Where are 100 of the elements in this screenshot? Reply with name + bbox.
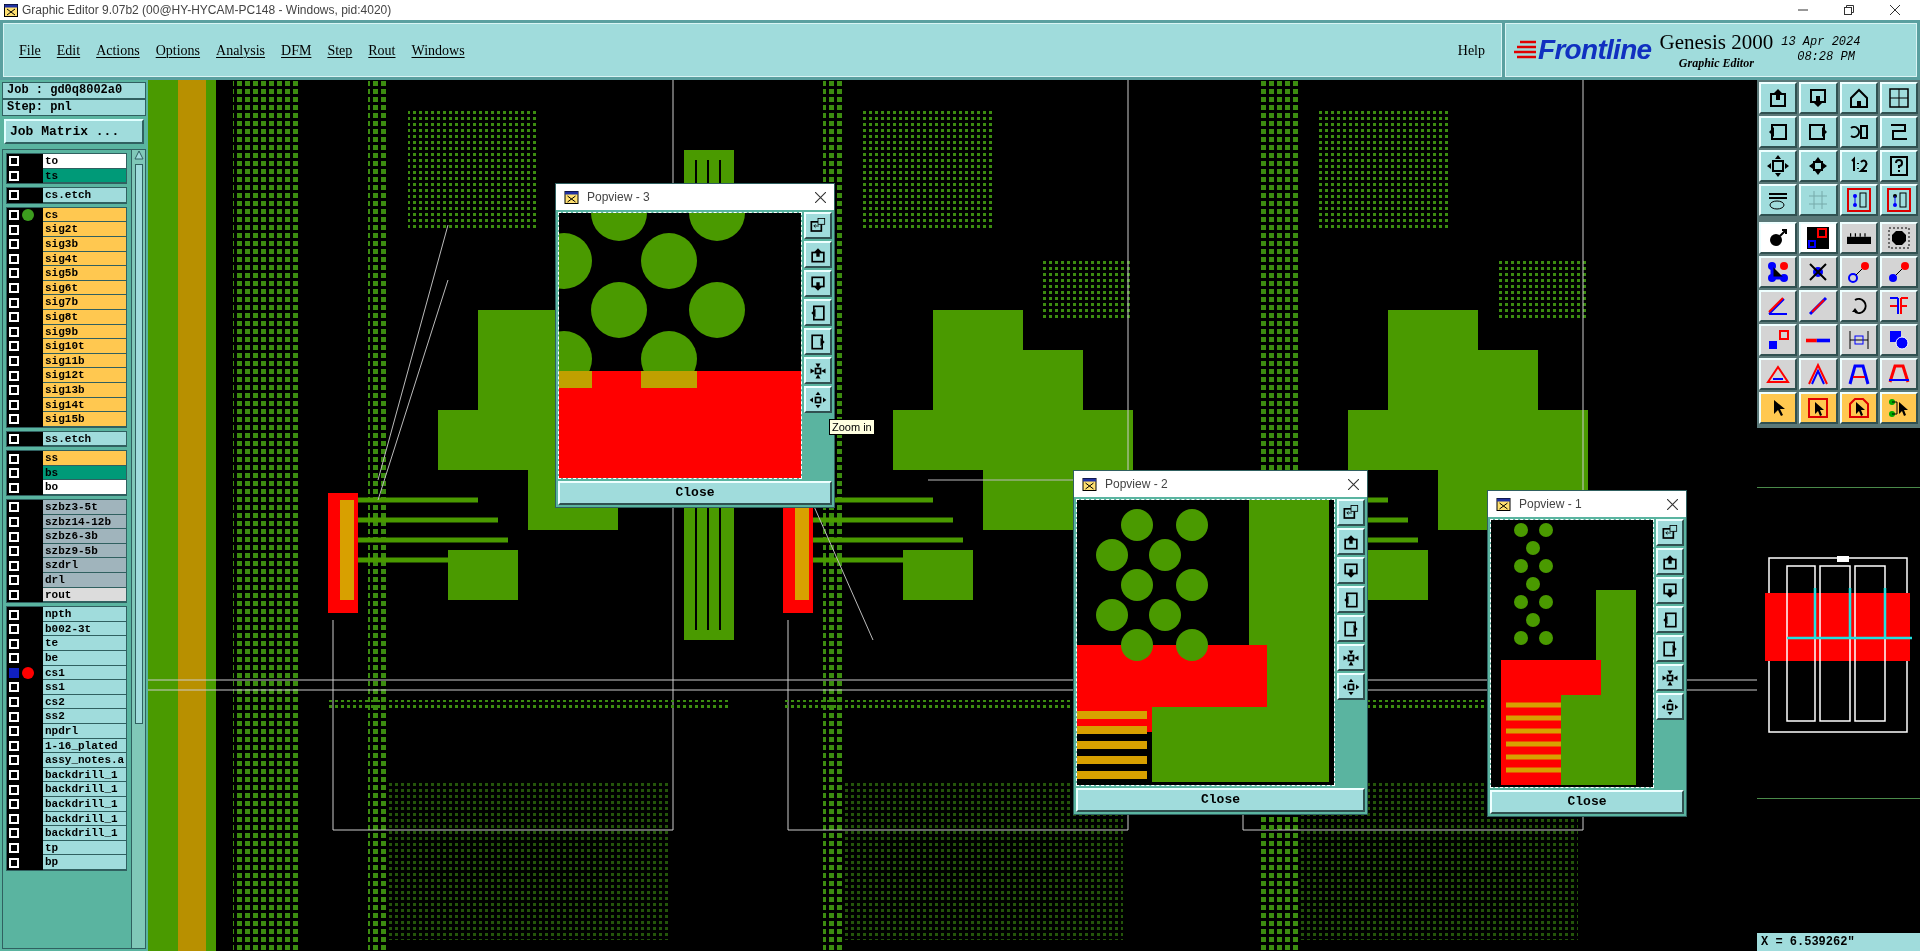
toolbar-button[interactable] xyxy=(1799,82,1838,114)
view-control-button[interactable] xyxy=(1656,693,1684,720)
layer-name[interactable]: ss1 xyxy=(43,680,126,695)
toolbar-button[interactable] xyxy=(1759,222,1798,254)
restore-icon[interactable] xyxy=(1844,5,1854,15)
layer-name[interactable]: sig5b xyxy=(43,266,126,281)
toolbar-button[interactable] xyxy=(1799,256,1838,288)
toolbar-button[interactable] xyxy=(1799,324,1838,356)
toolbar-button[interactable] xyxy=(1839,358,1878,390)
close-button[interactable]: Close xyxy=(1076,788,1365,812)
toolbar-button[interactable] xyxy=(1879,256,1918,288)
layer-name[interactable]: sig12t xyxy=(43,368,126,383)
view-control-button[interactable] xyxy=(1656,606,1684,633)
layer-name[interactable]: sig2t xyxy=(43,222,126,237)
layer-name[interactable]: cs.etch xyxy=(43,188,126,203)
layer-name[interactable]: bp xyxy=(43,855,126,870)
menu-item[interactable]: Step xyxy=(320,39,360,61)
layer-checkbox[interactable] xyxy=(9,667,19,678)
layer-name[interactable]: be xyxy=(43,651,126,666)
view-control-button[interactable] xyxy=(1337,673,1365,700)
menu-item[interactable]: Analysis xyxy=(209,39,273,61)
layer-name[interactable]: backdrill_1 xyxy=(43,826,126,841)
toolbar-button[interactable] xyxy=(1879,150,1918,182)
toolbar-button[interactable] xyxy=(1759,392,1798,424)
toolbar-button[interactable] xyxy=(1879,324,1918,356)
toolbar-button[interactable] xyxy=(1879,184,1918,216)
layer-name[interactable]: npth xyxy=(43,607,126,622)
layer-name[interactable]: szbz6-3b xyxy=(43,529,126,544)
view-control-button[interactable] xyxy=(1656,635,1684,662)
view-control-button[interactable] xyxy=(804,212,832,239)
toolbar-button[interactable] xyxy=(1799,358,1838,390)
close-icon[interactable] xyxy=(1890,5,1900,15)
toolbar-button[interactable] xyxy=(1759,150,1798,182)
menu-item[interactable]: Edit xyxy=(49,39,88,61)
view-control-button[interactable] xyxy=(804,386,832,413)
layer-name[interactable]: assy_notes.a xyxy=(43,753,126,768)
toolbar-button[interactable] xyxy=(1759,324,1798,356)
view-control-button[interactable] xyxy=(1656,577,1684,604)
menu-item[interactable]: Help xyxy=(1449,39,1493,61)
view-control-button[interactable] xyxy=(1337,644,1365,671)
toolbar-button[interactable] xyxy=(1839,116,1878,148)
close-icon[interactable] xyxy=(1667,498,1678,510)
view-control-button[interactable] xyxy=(804,270,832,297)
view-control-button[interactable] xyxy=(1337,499,1365,526)
layer-name[interactable]: ss2 xyxy=(43,709,126,724)
menu-item[interactable]: File xyxy=(12,39,48,61)
layer-name[interactable]: backdrill_1 xyxy=(43,782,126,797)
layer-name[interactable]: ss.etch xyxy=(43,431,126,447)
layer-name[interactable]: szbz3-5t xyxy=(43,500,126,515)
toolbar-button[interactable] xyxy=(1799,184,1838,216)
menu-item[interactable]: Options xyxy=(148,39,208,61)
toolbar-button[interactable] xyxy=(1839,150,1878,182)
layer-name[interactable]: cs xyxy=(43,207,126,223)
view-control-button[interactable] xyxy=(804,357,832,384)
toolbar-button[interactable] xyxy=(1799,392,1838,424)
layer-name[interactable]: sig10t xyxy=(43,339,126,354)
view-control-button[interactable] xyxy=(1656,519,1684,546)
view-control-button[interactable] xyxy=(1337,557,1365,584)
layer-name[interactable]: sig15b xyxy=(43,412,126,427)
layer-name[interactable]: bo xyxy=(43,480,126,496)
toolbar-button[interactable] xyxy=(1759,116,1798,148)
layer-name[interactable]: drl xyxy=(43,573,126,588)
close-icon[interactable] xyxy=(815,191,826,203)
close-button[interactable]: Close xyxy=(1490,790,1684,814)
layer-name[interactable]: to xyxy=(43,154,126,169)
scrollbar[interactable] xyxy=(131,150,145,948)
close-icon[interactable] xyxy=(1348,478,1359,490)
toolbar-button[interactable] xyxy=(1759,184,1798,216)
toolbar-button[interactable] xyxy=(1759,290,1798,322)
toolbar-button[interactable] xyxy=(1879,82,1918,114)
toolbar-button[interactable] xyxy=(1879,392,1918,424)
layer-name[interactable]: ss xyxy=(43,451,126,466)
toolbar-button[interactable] xyxy=(1839,184,1878,216)
toolbar-button[interactable] xyxy=(1799,290,1838,322)
view-control-button[interactable] xyxy=(804,299,832,326)
layer-name[interactable]: szdrl xyxy=(43,558,126,574)
menu-item[interactable]: Windows xyxy=(404,39,472,61)
toolbar-button[interactable] xyxy=(1879,116,1918,148)
toolbar-button[interactable] xyxy=(1759,358,1798,390)
toolbar-button[interactable] xyxy=(1839,290,1878,322)
view-control-button[interactable] xyxy=(1337,528,1365,555)
view-control-button[interactable] xyxy=(804,241,832,268)
view-control-button[interactable] xyxy=(1337,586,1365,613)
layer-name[interactable]: sig7b xyxy=(43,295,126,310)
toolbar-button[interactable] xyxy=(1879,222,1918,254)
toolbar-button[interactable] xyxy=(1839,82,1878,114)
view-control-button[interactable] xyxy=(1337,615,1365,642)
menu-item[interactable]: Actions xyxy=(89,39,147,61)
toolbar-button[interactable] xyxy=(1879,358,1918,390)
view-control-button[interactable] xyxy=(1656,664,1684,691)
scrollbar-thumb[interactable] xyxy=(134,164,143,724)
toolbar-button[interactable] xyxy=(1759,256,1798,288)
toolbar-button[interactable] xyxy=(1839,392,1878,424)
toolbar-button[interactable] xyxy=(1879,290,1918,322)
toolbar-button[interactable] xyxy=(1839,324,1878,356)
scroll-up-icon[interactable] xyxy=(133,150,144,160)
toolbar-button[interactable] xyxy=(1799,116,1838,148)
view-control-button[interactable] xyxy=(804,328,832,355)
toolbar-button[interactable] xyxy=(1799,222,1838,254)
menu-item[interactable]: Rout xyxy=(361,39,403,61)
